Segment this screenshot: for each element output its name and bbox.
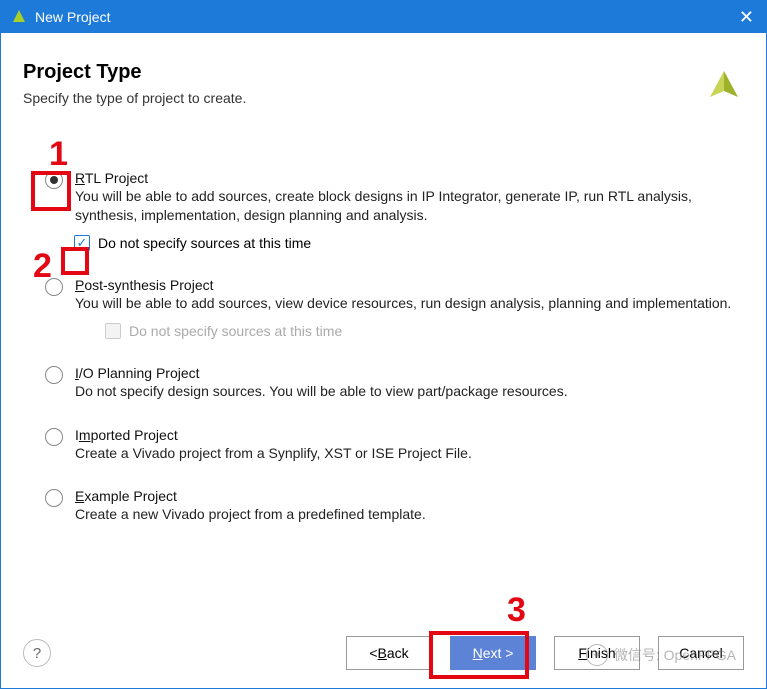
desc-rtl-project: You will be able to add sources, create … — [75, 187, 744, 225]
label-example: Example Project — [75, 488, 744, 504]
close-icon[interactable]: ✕ — [739, 7, 754, 28]
page-title: Project Type — [23, 61, 246, 84]
radio-io-planning[interactable] — [45, 366, 63, 384]
vivado-logo-icon — [704, 67, 744, 110]
option-io-planning[interactable]: I/O Planning Project Do not specify desi… — [45, 365, 744, 401]
cancel-button[interactable]: Cancel — [658, 636, 744, 670]
checkbox-row-rtl-nosources[interactable]: Do not specify sources at this time — [74, 235, 744, 251]
radio-post-synthesis[interactable] — [45, 278, 63, 296]
radio-rtl-project[interactable] — [45, 171, 63, 189]
page-subtitle: Specify the type of project to create. — [23, 90, 246, 106]
desc-io-planning: Do not specify design sources. You will … — [75, 382, 744, 401]
back-button[interactable]: < Back — [346, 636, 432, 670]
label-io-planning: I/O Planning Project — [75, 365, 744, 381]
finish-button[interactable]: Finish — [554, 636, 640, 670]
window-title: New Project — [35, 9, 110, 25]
desc-example: Create a new Vivado project from a prede… — [75, 505, 744, 524]
app-icon — [11, 9, 27, 25]
label-post-synthesis: Post-synthesis Project — [75, 277, 744, 293]
desc-imported: Create a Vivado project from a Synplify,… — [75, 444, 744, 463]
titlebar: New Project ✕ — [1, 1, 766, 33]
checkbox-post-nosources — [105, 323, 121, 339]
radio-imported[interactable] — [45, 428, 63, 446]
checkbox-rtl-nosources[interactable] — [74, 235, 90, 251]
option-imported[interactable]: Imported Project Create a Vivado project… — [45, 427, 744, 463]
checkbox-row-post-nosources: Do not specify sources at this time — [105, 323, 744, 339]
help-button[interactable]: ? — [23, 639, 51, 667]
option-example[interactable]: Example Project Create a new Vivado proj… — [45, 488, 744, 524]
label-rtl-project: RTL Project — [75, 170, 744, 186]
option-post-synthesis[interactable]: Post-synthesis Project You will be able … — [45, 277, 744, 339]
label-post-nosources: Do not specify sources at this time — [129, 323, 342, 339]
annotation-number-3: 3 — [507, 591, 526, 630]
next-button[interactable]: Next > — [450, 636, 536, 670]
radio-example[interactable] — [45, 489, 63, 507]
label-rtl-nosources: Do not specify sources at this time — [98, 235, 311, 251]
label-imported: Imported Project — [75, 427, 744, 443]
desc-post-synthesis: You will be able to add sources, view de… — [75, 294, 744, 313]
option-rtl-project[interactable]: RTL Project You will be able to add sour… — [45, 170, 744, 251]
